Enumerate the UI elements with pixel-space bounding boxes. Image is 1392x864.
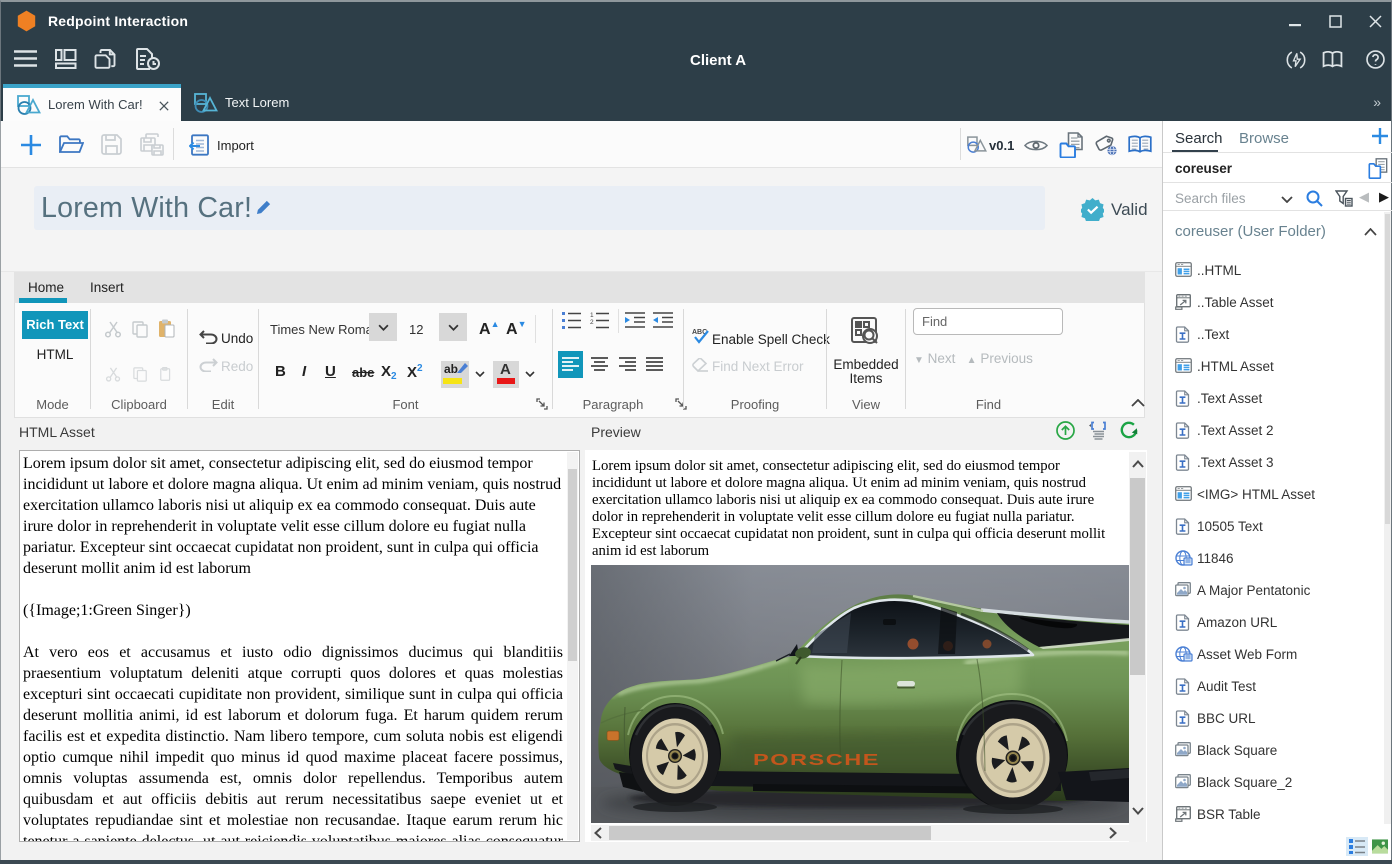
svg-text:1: 1 [590,312,594,319]
svg-text:2: 2 [590,319,594,326]
svg-text:PORSCHE: PORSCHE [753,752,880,769]
